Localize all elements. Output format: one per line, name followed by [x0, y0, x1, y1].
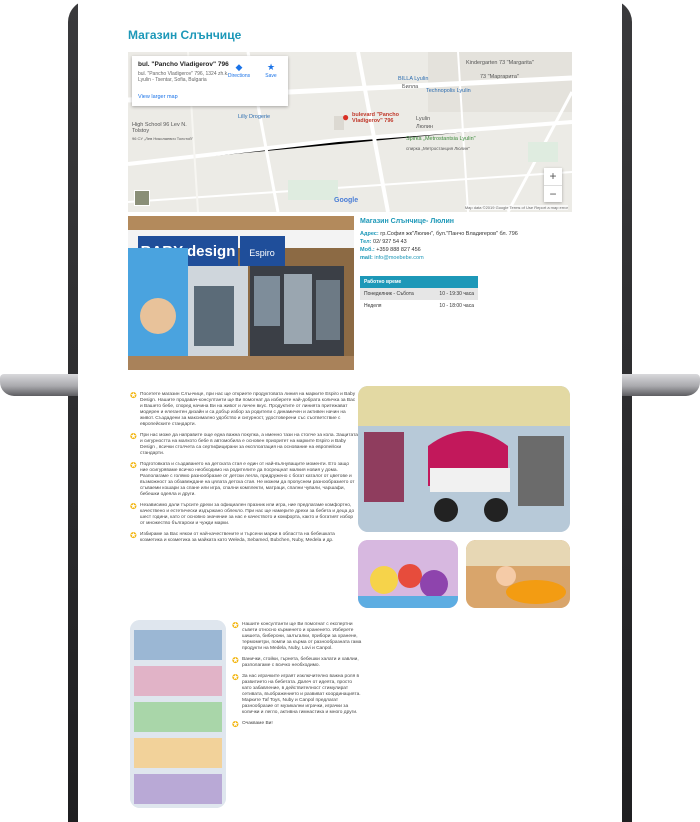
star-icon: ✪ — [232, 720, 239, 729]
list-item: ✪ Посетете магазин Слънчице, при нас ще … — [130, 392, 358, 428]
map-label-billa-sub: Билла — [402, 84, 419, 90]
hours-days: Неделя — [364, 303, 382, 309]
hours-days: Понеделник - Събота — [364, 291, 414, 297]
list-item-text: Посетете магазин Слънчице, при нас ще от… — [140, 392, 356, 427]
map-label-technopolis: Technopolis Lyulin — [426, 88, 471, 94]
map-pin-icon[interactable]: ● — [342, 110, 349, 124]
stroller-photo — [358, 386, 570, 532]
map-info-card: bul. "Pancho Vladigerov" 796 bul. "Panch… — [132, 56, 288, 106]
list-item-text: При нас може да направите още една важна… — [140, 433, 358, 456]
star-icon: ✪ — [130, 461, 137, 470]
list-item: ✪ При нас може да направите още една важ… — [130, 433, 358, 457]
map-label-school-sub: 96 СУ „Лев Николаевич Толстой" — [132, 136, 194, 141]
directions-button[interactable]: ◆ Directions — [224, 62, 254, 79]
directions-label: Directions — [227, 73, 251, 79]
pool-illustration — [466, 540, 570, 608]
mail-label: mail: — [360, 255, 373, 261]
shelves-illustration — [130, 620, 226, 808]
list-item: ✪ Нашите консултанти ще Ви помогнат с ек… — [232, 622, 362, 652]
toys-illustration — [358, 540, 458, 608]
store-name: Магазин Слънчице- Люлин — [360, 218, 455, 225]
working-hours-header: Работно време — [360, 276, 478, 288]
list-item: ✪ Избираме за Вас някои от най-качествен… — [130, 532, 358, 544]
store-address: гр.София жк"Люлин", бул."Панчо Владигеро… — [380, 231, 518, 237]
view-larger-map-link[interactable]: View larger map — [138, 94, 178, 100]
address-label: Адрес: — [360, 231, 379, 237]
save-label: Save — [265, 73, 277, 79]
table-row: Понеделник - Събота 10 - 19:30 часа — [360, 288, 478, 300]
toys-photo — [358, 540, 458, 608]
page-title: Магазин Слънчице — [128, 28, 242, 42]
list-item-text: Избираме за Вас някои от най-качественит… — [140, 532, 335, 543]
working-hours-table: Работно време Понеделник - Събота 10 - 1… — [360, 276, 478, 312]
save-button[interactable]: ★ Save — [256, 62, 286, 79]
hours-time: 10 - 19:30 часа — [439, 291, 474, 297]
google-map[interactable]: bul. "Pancho Vladigerov" 796 bul. "Panch… — [128, 52, 572, 212]
list-item-text: Нашите консултанти ще Ви помогнат с експ… — [242, 622, 362, 651]
directions-icon: ◆ — [235, 62, 243, 72]
list-item-text: Подготовката и създаването на детската с… — [140, 462, 355, 497]
star-icon: ✪ — [130, 391, 137, 400]
map-label-lyulin: Lyulin — [416, 116, 431, 122]
list-item: ✪ Независимо дали търсите дрехи за офици… — [130, 503, 358, 527]
store-email-link[interactable]: info@moebebe.com — [374, 255, 423, 261]
map-label-billa: BILLA Lyulin — [398, 76, 429, 82]
tel-label: Тел: — [360, 239, 372, 245]
table-row: Неделя 10 - 18:00 часа — [360, 300, 478, 312]
list-item-text: За нас играчките играят изключително важ… — [242, 674, 361, 715]
store-mob: +359 888 827 456 — [376, 247, 421, 253]
list-item: ✪ Ванички, стойки, гърнета, бебешки хала… — [232, 657, 362, 669]
store-tel: 02/ 927 54 43 — [373, 239, 407, 245]
map-label-lyulin-cyr: Люлин — [416, 124, 433, 130]
webpage-screen: Магазин Слънчице bul. "Pancho Vladigerov… — [78, 0, 622, 822]
stroller-illustration — [358, 386, 570, 532]
store-sign-espiro: Espiro — [249, 248, 275, 258]
zoom-out-button[interactable]: − — [544, 185, 562, 202]
map-label-metro: Spirka „Metrostantsia Lyulin" — [406, 136, 476, 142]
map-card-subaddress: bul. "Pancho Vladigerov" 796, 1324 zh.k.… — [138, 71, 229, 83]
list-item-text: Ванички, стойки, гърнета, бебешки халати… — [242, 657, 359, 668]
map-label-metro-sub: спирка „Метростанция Люлин" — [406, 146, 470, 151]
star-icon: ✪ — [232, 621, 239, 630]
list-item: ✪ За нас играчките играят изключително в… — [232, 674, 362, 716]
list-item-text: Очакваме Ви! — [242, 721, 273, 726]
zoom-in-button[interactable]: + — [544, 168, 562, 185]
star-icon: ★ — [266, 62, 276, 72]
baby-pool-photo — [466, 540, 570, 608]
star-icon: ✪ — [130, 531, 137, 540]
store-front-photo: BABY design Espiro — [128, 216, 354, 370]
hours-time: 10 - 18:00 часа — [439, 303, 474, 309]
map-label-kindergarten: Kindergarten 73 "Margarita" — [466, 60, 534, 66]
map-label-lilly: Lilly Drogerie — [238, 114, 271, 120]
services-list: ✪ Посетете магазин Слънчице, при нас ще … — [130, 392, 358, 549]
mob-label: Моб.: — [360, 247, 375, 253]
map-footer: Map data ©2019 Google Terms of Use Repor… — [464, 205, 568, 210]
star-icon: ✪ — [232, 656, 239, 665]
list-item-text: Независимо дали търсите дрехи за официал… — [140, 503, 355, 526]
store-front-illustration: BABY design Espiro — [128, 216, 354, 370]
list-item: ✪ Очакваме Ви! — [232, 720, 362, 729]
zoom-control[interactable]: + − — [544, 168, 562, 202]
store-info: Магазин Слънчице- Люлин Адрес: гр.София … — [360, 218, 560, 262]
map-pin-label: bulevard "Pancho Vladigerov" 796 — [352, 112, 399, 124]
star-icon: ✪ — [232, 673, 239, 682]
star-icon: ✪ — [130, 502, 137, 511]
shelves-photo — [130, 620, 226, 808]
list-item: ✪ Подготовката и създаването на детската… — [130, 462, 358, 498]
star-icon: ✪ — [130, 432, 137, 441]
map-label-kindergarten-cyr: 73 "Маргарита" — [480, 74, 519, 80]
satellite-thumbnail[interactable] — [134, 190, 150, 206]
map-label-school: High School 96 Lev N. Tolstoy — [132, 122, 187, 134]
google-logo: Google — [334, 197, 359, 204]
services-list-2: ✪ Нашите консултанти ще Ви помогнат с ек… — [232, 622, 362, 733]
